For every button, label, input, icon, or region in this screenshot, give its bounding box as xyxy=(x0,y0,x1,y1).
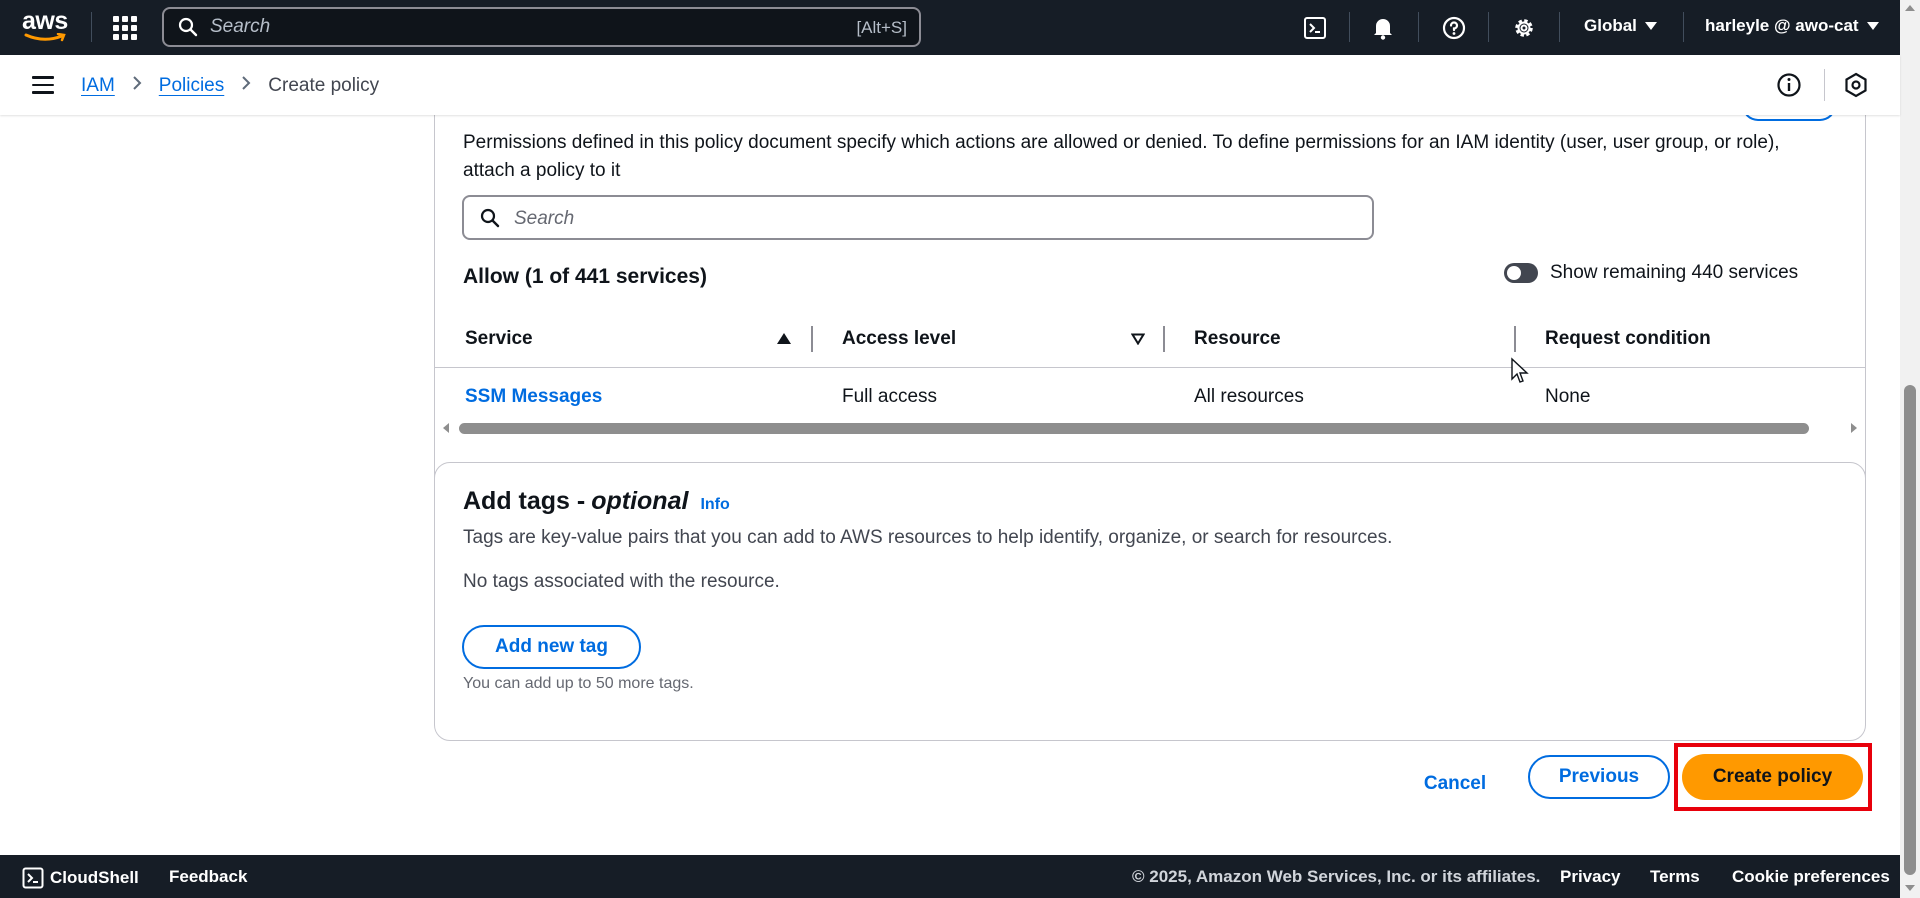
breadcrumb-bar: IAM Policies Create policy xyxy=(0,55,1900,115)
scroll-right-arrow-icon[interactable] xyxy=(1851,423,1857,433)
show-remaining-toggle[interactable]: Show remaining 440 services xyxy=(1504,262,1798,284)
tags-description: Tags are key-value pairs that you can ad… xyxy=(463,527,1393,548)
permissions-search-input[interactable] xyxy=(514,207,1314,231)
sort-ascending-icon[interactable] xyxy=(777,333,791,344)
footer: CloudShell Feedback © 2025, Amazon Web S… xyxy=(0,855,1900,898)
create-policy-button[interactable]: Create policy xyxy=(1682,754,1863,800)
permissions-description-text: Permissions defined in this policy docum… xyxy=(463,132,1780,181)
horizontal-scroll-thumb[interactable] xyxy=(459,423,1809,434)
help-icon[interactable] xyxy=(1440,14,1468,42)
menu-icon[interactable] xyxy=(32,76,54,94)
copyright-text: © 2025, Amazon Web Services, Inc. or its… xyxy=(1132,867,1541,886)
nav-divider xyxy=(91,12,92,42)
nav-divider xyxy=(1418,12,1419,42)
column-header-request-condition[interactable]: Request condition xyxy=(1545,310,1711,368)
region-selector[interactable]: Global xyxy=(1584,16,1657,36)
previous-button[interactable]: Previous xyxy=(1528,755,1670,799)
chevron-right-icon xyxy=(132,75,142,97)
privacy-link[interactable]: Privacy xyxy=(1560,867,1621,887)
chevron-right-icon xyxy=(241,75,251,97)
crumbbar-divider xyxy=(1824,69,1825,101)
search-icon xyxy=(178,17,198,37)
column-header-access-level[interactable]: Access level xyxy=(842,310,956,368)
cookie-preferences-link[interactable]: Cookie preferences xyxy=(1732,867,1890,887)
breadcrumb: IAM Policies Create policy xyxy=(81,75,379,97)
services-table-header: Service Access level Resource Request co… xyxy=(434,310,1865,368)
settings-icon[interactable] xyxy=(1510,14,1538,42)
tags-limit-hint: You can add up to 50 more tags. xyxy=(463,675,694,692)
bell-icon[interactable] xyxy=(1369,14,1397,42)
breadcrumb-policies[interactable]: Policies xyxy=(159,75,224,97)
nav-divider xyxy=(1488,12,1489,42)
scroll-up-arrow-icon[interactable] xyxy=(1905,5,1915,11)
nav-divider xyxy=(1683,12,1684,42)
vertical-scroll-thumb[interactable] xyxy=(1904,385,1916,875)
aws-logo[interactable]: aws xyxy=(22,7,72,44)
add-tags-title: Add tags - optional Info xyxy=(463,487,730,516)
cancel-button[interactable]: Cancel xyxy=(1410,762,1500,806)
account-label: harleyle @ awo-cat xyxy=(1705,16,1859,35)
cloudshell-footer-link[interactable]: CloudShell xyxy=(22,867,139,889)
caret-down-icon xyxy=(1866,22,1879,30)
add-new-tag-button[interactable]: Add new tag xyxy=(462,625,641,669)
column-header-resource[interactable]: Resource xyxy=(1194,310,1281,368)
info-panel-icon[interactable] xyxy=(1776,72,1802,98)
search-icon xyxy=(480,208,500,228)
terms-link[interactable]: Terms xyxy=(1650,867,1700,887)
column-resizer[interactable] xyxy=(1514,326,1516,352)
region-label: Global xyxy=(1584,16,1637,35)
info-link[interactable]: Info xyxy=(700,496,729,514)
top-navigation: aws [Alt+S] xyxy=(0,0,1900,55)
cell-request-condition: None xyxy=(1545,386,1591,407)
global-search-input[interactable] xyxy=(210,15,810,39)
nav-divider xyxy=(1349,12,1350,42)
apps-grid-icon[interactable] xyxy=(112,15,138,41)
column-resizer[interactable] xyxy=(811,326,813,352)
cell-access-level: Full access xyxy=(842,386,938,407)
scroll-down-arrow-icon[interactable] xyxy=(1905,885,1915,891)
toggle-switch[interactable] xyxy=(1504,263,1538,283)
hexagon-settings-icon[interactable] xyxy=(1843,72,1869,98)
sort-descending-icon[interactable] xyxy=(1131,333,1145,345)
tags-title-optional: optional xyxy=(591,487,689,515)
permissions-search[interactable] xyxy=(462,195,1374,240)
breadcrumb-current: Create policy xyxy=(268,75,380,96)
vertical-scrollbar[interactable] xyxy=(1900,0,1920,898)
allow-services-title: Allow (1 of 441 services) xyxy=(463,265,707,288)
account-menu[interactable]: harleyle @ awo-cat xyxy=(1705,16,1879,36)
search-shortcut-hint: [Alt+S] xyxy=(856,18,907,37)
no-tags-message: No tags associated with the resource. xyxy=(463,571,780,592)
caret-down-icon xyxy=(1644,22,1657,30)
cloudshell-icon xyxy=(22,867,44,889)
cloudshell-label: CloudShell xyxy=(50,868,139,887)
global-search[interactable]: [Alt+S] xyxy=(162,7,921,47)
table-row: SSM Messages Full access All resources N… xyxy=(434,369,1865,425)
cell-resource: All resources xyxy=(1194,386,1304,407)
breadcrumb-iam[interactable]: IAM xyxy=(81,75,115,97)
service-link-ssm-messages[interactable]: SSM Messages xyxy=(465,369,602,425)
page-body: Permissions defined in this policy docum… xyxy=(0,115,1900,855)
column-resizer[interactable] xyxy=(1163,326,1165,352)
toggle-label: Show remaining 440 services xyxy=(1550,262,1799,283)
cloudshell-icon[interactable] xyxy=(1301,14,1329,42)
scroll-left-arrow-icon[interactable] xyxy=(443,423,449,433)
feedback-link[interactable]: Feedback xyxy=(169,867,247,887)
nav-divider xyxy=(1559,12,1560,42)
aws-smile-icon xyxy=(24,33,66,42)
aws-logo-text: aws xyxy=(22,7,68,35)
tags-title-text: Add tags - xyxy=(463,487,586,515)
mouse-cursor-icon xyxy=(1511,357,1529,383)
column-header-service[interactable]: Service xyxy=(465,310,533,368)
horizontal-scrollbar[interactable] xyxy=(437,418,1863,434)
